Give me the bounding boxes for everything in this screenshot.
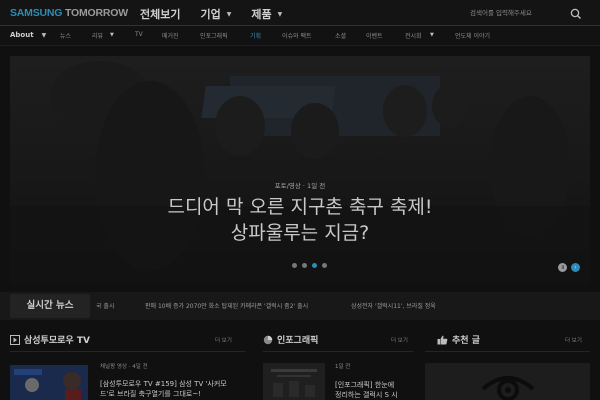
sub-nav-item-news[interactable]: 뉴스 — [60, 31, 71, 40]
item-title[interactable]: [삼성투모로우 TV #159] 삼성 TV '사커모 드'로 브라질 축구열기… — [100, 379, 245, 399]
slide-dot[interactable] — [322, 263, 327, 268]
caret-down-icon: ▼ — [277, 10, 283, 18]
thumbnail-image — [263, 363, 325, 400]
caret-down-icon: ▼ — [226, 10, 232, 18]
pause-button[interactable]: ॥ — [558, 263, 567, 272]
section-title: 추천 글 — [452, 336, 480, 346]
eye-icon — [425, 363, 590, 400]
sub-nav-item-magazine[interactable]: 메거진 — [162, 31, 179, 40]
nav-item-products[interactable]: 제품 ▼ — [251, 6, 282, 22]
section-header: 추천 글 — [437, 333, 480, 346]
top-bar: SAMSUNG TOMORROW 전체보기 기업 ▼ 제품 ▼ — [0, 0, 600, 26]
caret-down-icon: ▼ — [41, 31, 47, 39]
recommended-section: 추천 글 더 보기 — [425, 325, 590, 400]
slide-dot[interactable] — [292, 263, 297, 268]
search-input[interactable] — [470, 6, 552, 20]
item-meta: 채널팡 영상 · 4일 전 — [100, 364, 148, 370]
ticker-item[interactable]: 삼성전자 '갤럭시11', 브라질 정육 — [351, 301, 436, 310]
arrow-right-icon: › — [574, 264, 577, 271]
nav-item-label: 전체보기 — [140, 8, 181, 21]
divider — [10, 351, 245, 352]
item-title-line-2: 드'로 브라질 축구열기를 그대로~! — [100, 390, 201, 398]
recommended-thumbnail[interactable] — [425, 363, 590, 400]
nav-item-company[interactable]: 기업 ▼ — [200, 6, 231, 22]
sub-nav-item-review[interactable]: 리뷰 — [92, 31, 103, 40]
logo-brand: SAMSUNG — [10, 7, 63, 19]
slide-dot[interactable] — [302, 263, 307, 268]
hero-banner[interactable]: 포토/영상 · 1일 전 드디어 막 오른 지구촌 축구 축제! 상파울루는 지… — [10, 56, 590, 284]
item-title-line-1: [삼성투모로우 TV #159] 삼성 TV '사커모 — [100, 380, 227, 388]
hero-title-line-1: 드디어 막 오른 지구촌 축구 축제! — [167, 196, 433, 218]
more-link[interactable]: 더 보기 — [391, 336, 408, 344]
search-icon — [570, 8, 581, 19]
item-title[interactable]: [인포그래픽] 한눈에 정리하는 갤럭시 S 시 — [335, 380, 413, 400]
live-news-label: 실시간 뉴스 — [10, 294, 90, 318]
nav-item-label: 제품 — [251, 8, 272, 21]
pause-icon: ॥ — [560, 264, 565, 271]
infographic-section: 인포그래픽 더 보기 1일 전 [인포그래픽] 한눈에 정리하는 갤럭시 S 시 — [263, 325, 413, 400]
search-button[interactable] — [569, 6, 583, 20]
sub-nav-item-tv[interactable]: TV — [135, 31, 143, 38]
caret-down-icon: ▼ — [110, 32, 114, 38]
section-header: 인포그래픽 — [263, 333, 318, 346]
item-title-line-2: 정리하는 갤럭시 S 시 — [335, 391, 398, 399]
sub-nav-item-exhibition[interactable]: 전시회 — [405, 31, 422, 40]
more-link[interactable]: 더 보기 — [215, 336, 232, 344]
tv-thumbnail[interactable] — [10, 365, 88, 400]
nav-item-label: 기업 — [200, 8, 221, 21]
item-meta: 1일 전 — [335, 364, 351, 370]
logo-suffix: TOMORROW — [62, 7, 128, 19]
thumbs-up-icon — [437, 335, 448, 344]
section-header: 삼성투모로우 TV — [10, 333, 90, 346]
item-title-line-1: [인포그래픽] 한눈에 — [335, 381, 395, 389]
sub-nav-item-issue-fact[interactable]: 이슈와 팩트 — [282, 31, 312, 40]
divider — [425, 351, 590, 352]
tv-section: 삼성투모로우 TV 더 보기 채널팡 영상 · 4일 전 [삼성투모로우 TV … — [10, 325, 245, 400]
hero-background-image — [10, 56, 590, 284]
hero-meta: 포토/영상 · 1일 전 — [274, 182, 326, 190]
about-menu[interactable]: About ▼ — [10, 31, 46, 39]
divider — [263, 351, 413, 352]
live-news-bar: 실시간 뉴스 국 출시 판매 10배 증가 2070만 화소 탑재된 카메라폰 … — [0, 292, 600, 320]
pie-chart-icon — [263, 335, 273, 344]
sub-nav-item-infographic[interactable]: 인포그래픽 — [200, 31, 228, 40]
about-label: About — [10, 31, 34, 39]
more-link[interactable]: 더 보기 — [565, 336, 582, 344]
sub-nav-item-story[interactable]: 언도체 이야기 — [455, 31, 490, 40]
hero-title-line-2: 상파울루는 지금? — [230, 222, 370, 244]
next-slide-button[interactable]: › — [571, 263, 580, 272]
slide-indicators — [292, 263, 327, 268]
slide-dot-active[interactable] — [312, 263, 317, 268]
main-nav: 전체보기 기업 ▼ 제품 ▼ — [140, 6, 282, 22]
sub-nav-item-feature[interactable]: 기획 — [250, 31, 261, 40]
play-icon — [10, 334, 20, 345]
infographic-thumbnail[interactable] — [263, 363, 325, 400]
thumbnail-image — [10, 365, 88, 400]
sub-nav: About ▼ 뉴스 리뷰 ▼ TV 메거진 인포그래픽 기획 이슈와 팩트 소… — [0, 26, 600, 46]
caret-down-icon: ▼ — [430, 32, 434, 38]
section-title: 삼성투모로우 TV — [24, 336, 90, 346]
section-title: 인포그래픽 — [277, 336, 319, 346]
sub-nav-item-social[interactable]: 소셜 — [335, 31, 346, 40]
ticker-item[interactable]: 국 출시 — [96, 301, 114, 310]
sub-nav-item-event[interactable]: 이벤트 — [366, 31, 383, 40]
ticker-item[interactable]: 판매 10배 증가 2070만 화소 탑재된 카메라폰 '갤럭시 줌2' 출시 — [145, 301, 308, 310]
hero-title[interactable]: 드디어 막 오른 지구촌 축구 축제! 상파울루는 지금? — [10, 194, 590, 246]
nav-item-all[interactable]: 전체보기 — [140, 6, 180, 22]
site-logo[interactable]: SAMSUNG TOMORROW — [10, 7, 128, 19]
